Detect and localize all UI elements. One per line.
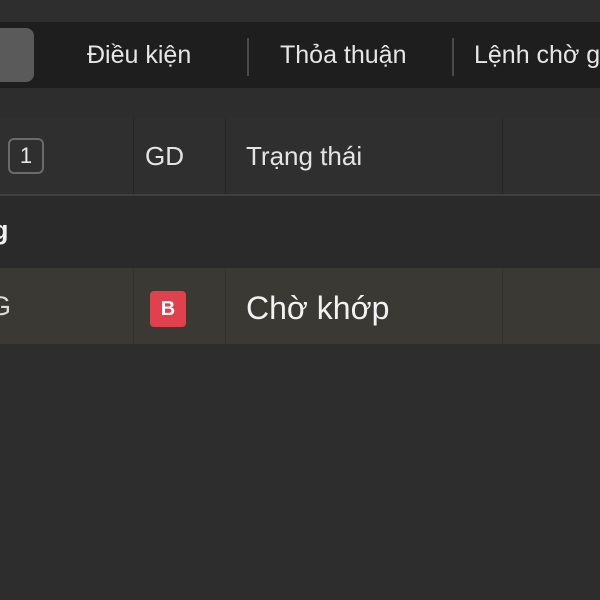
column-divider	[502, 268, 503, 344]
top-strip	[0, 0, 600, 22]
column-divider	[133, 118, 134, 194]
order-book-screen: Điều kiện Thỏa thuận Lệnh chờ g 1 GD Trạ…	[0, 0, 600, 600]
column-header-status[interactable]: Trạng thái	[246, 118, 362, 194]
count-badge[interactable]: 1	[8, 138, 44, 174]
order-status: Chờ khớp	[246, 290, 390, 326]
column-divider	[502, 118, 503, 194]
tab-separator	[452, 38, 454, 76]
tab-active[interactable]	[0, 28, 34, 82]
order-tabs: Điều kiện Thỏa thuận Lệnh chờ g	[0, 22, 600, 88]
column-header-side[interactable]: GD	[145, 118, 184, 194]
tab-agreement[interactable]: Thỏa thuận	[280, 22, 407, 88]
column-divider	[225, 118, 226, 194]
buy-side-badge: B	[150, 291, 186, 327]
tab-separator	[247, 38, 249, 76]
column-divider	[133, 268, 134, 344]
group-row[interactable]: g	[0, 196, 600, 268]
table-header: 1 GD Trạng thái	[0, 118, 600, 196]
group-label: g	[0, 215, 9, 245]
column-divider	[225, 268, 226, 344]
tab-pending-orders[interactable]: Lệnh chờ g	[474, 22, 600, 88]
row-first-cell: G	[0, 291, 12, 321]
tab-conditional[interactable]: Điều kiện	[87, 22, 191, 88]
